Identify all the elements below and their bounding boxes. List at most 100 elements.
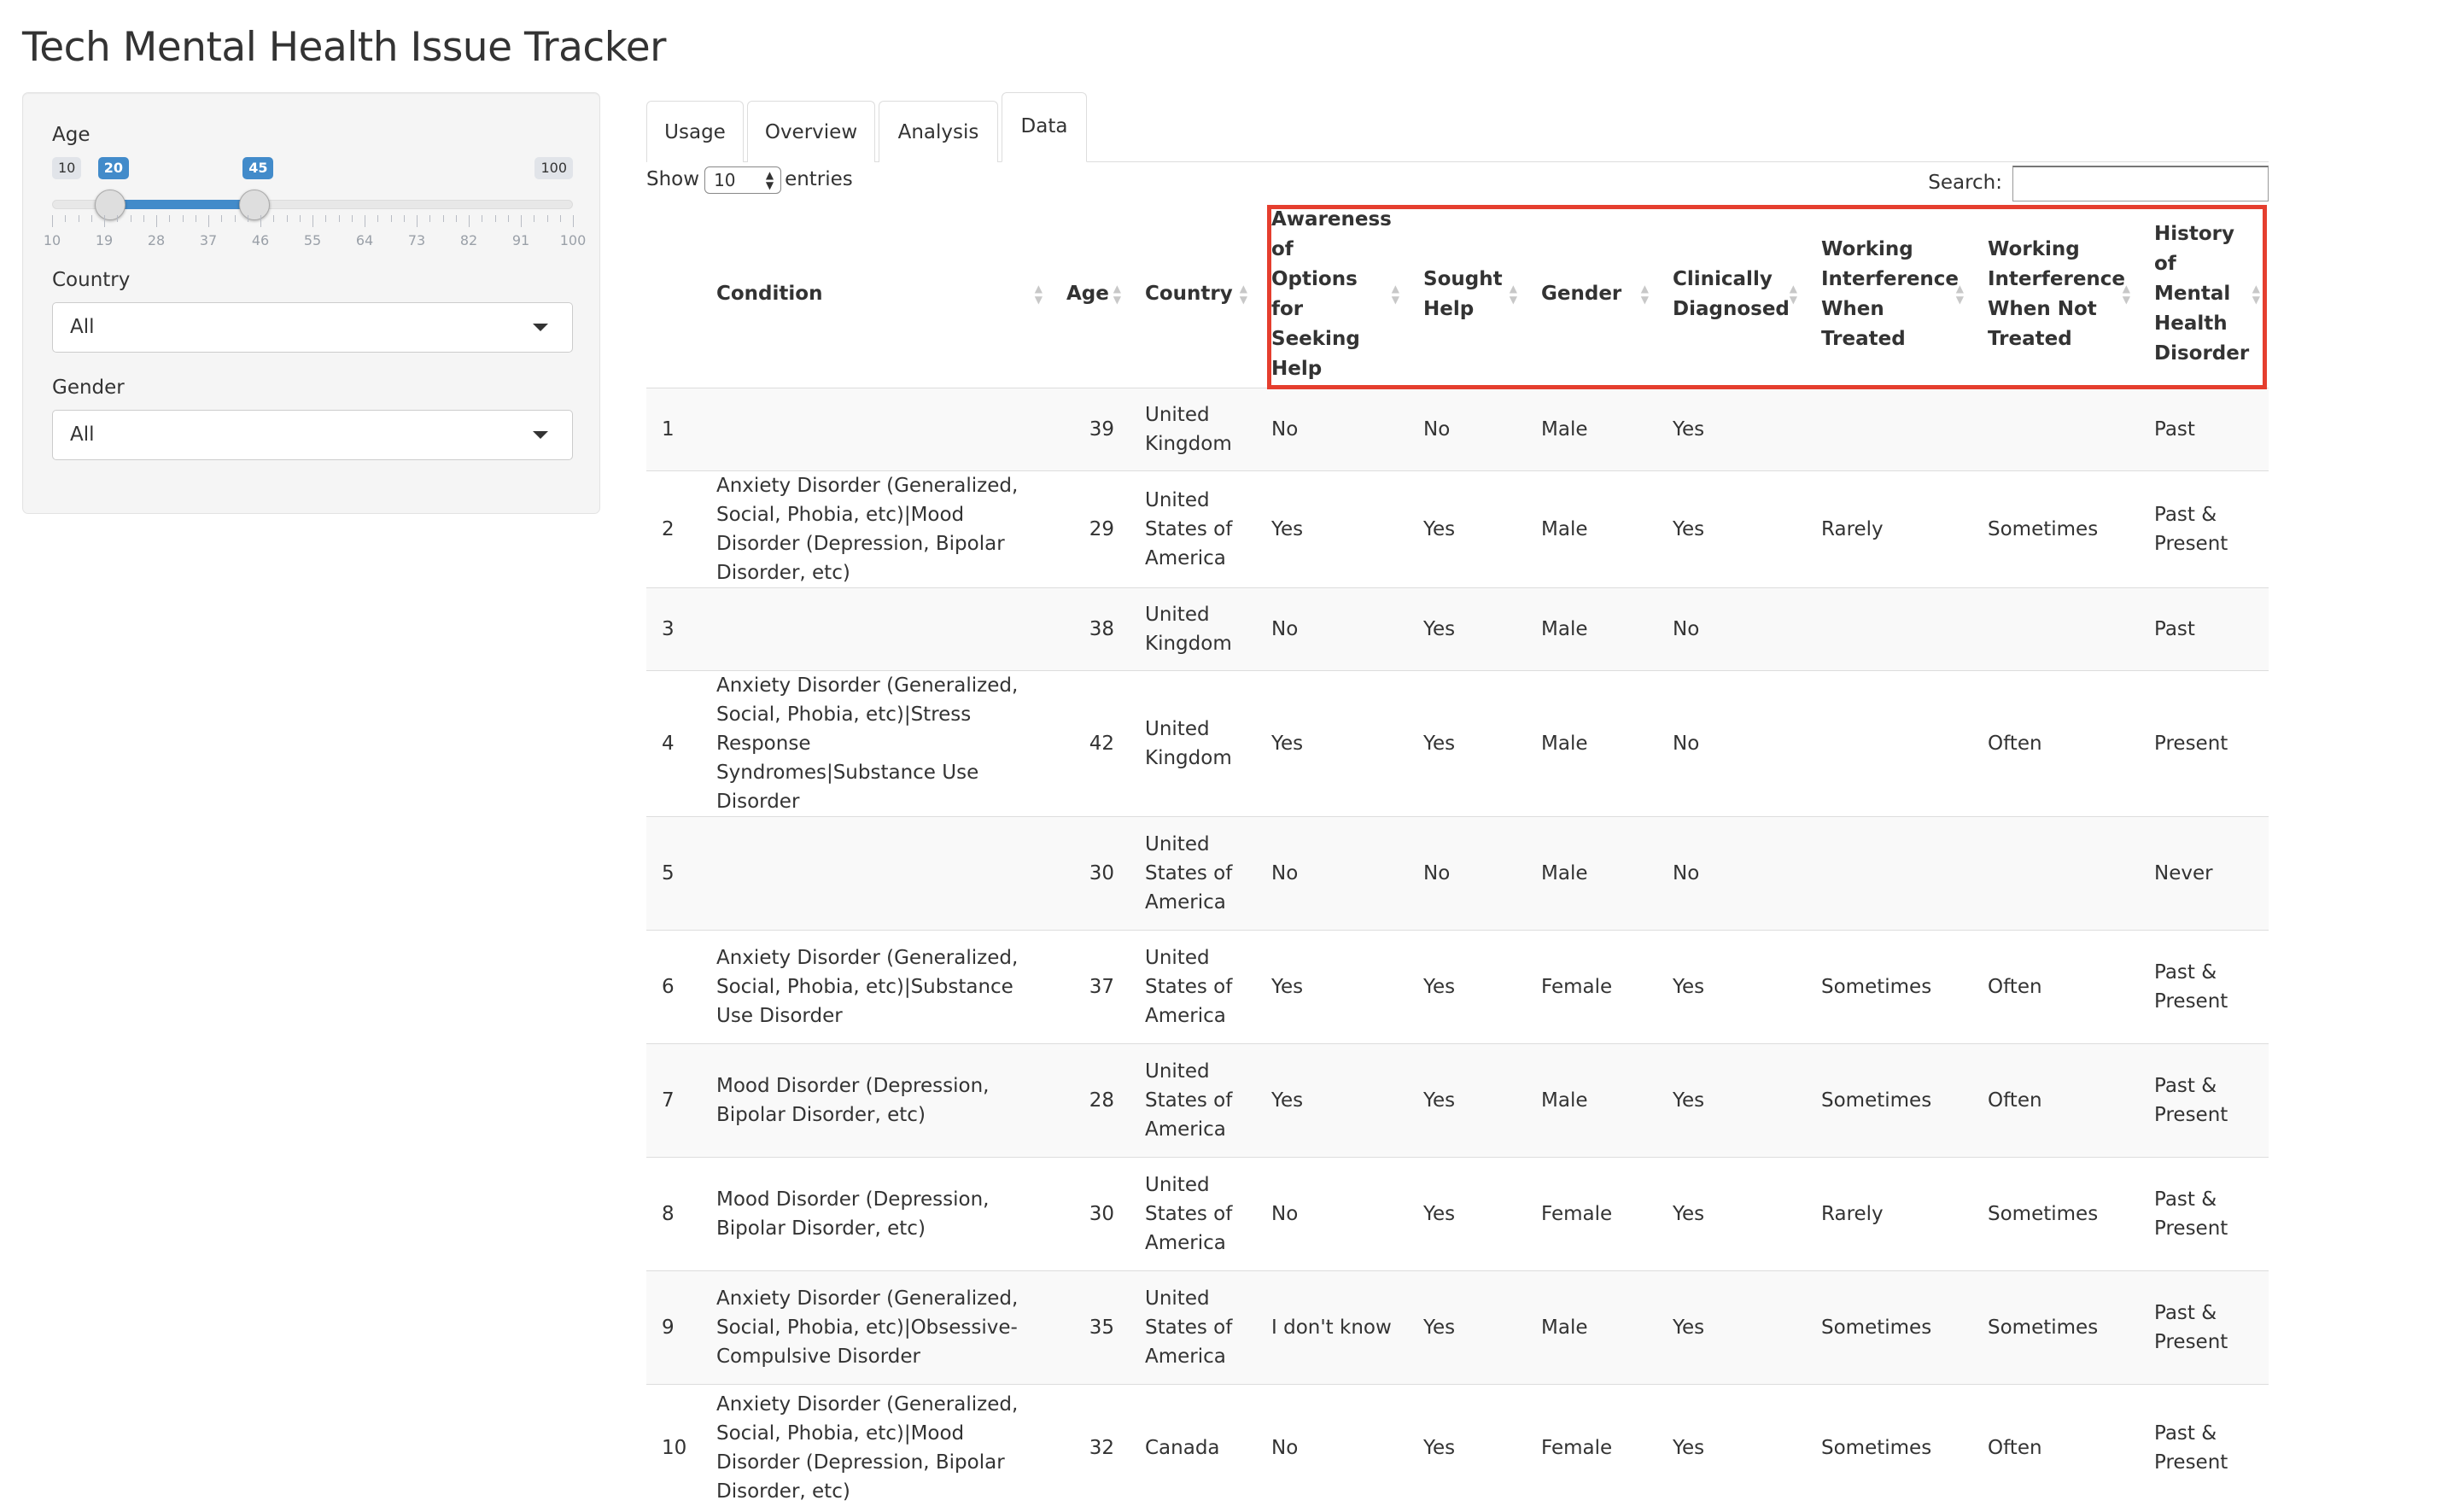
tab-usage[interactable]: Usage xyxy=(646,101,744,162)
column-header-history[interactable]: History of Mental Health Disorder ▲ ▼ xyxy=(2139,201,2269,388)
slider-minor-tick xyxy=(338,215,340,222)
entries-label: entries xyxy=(785,168,853,190)
column-header-interference-treated[interactable]: Working Interference When Treated ▲ ▼ xyxy=(1806,201,1972,388)
table-cell-country: United States of America xyxy=(1145,946,1233,1027)
table-cell-condition xyxy=(701,587,1051,670)
slider-minor-tick xyxy=(390,215,392,222)
slider-tick-label: 55 xyxy=(303,232,322,248)
table-cell-gender: Female xyxy=(1541,1202,1613,1225)
column-header-gender[interactable]: Gender ▲ ▼ xyxy=(1526,201,1657,388)
table-cell-awareness: No xyxy=(1271,861,1299,884)
table-cell-gender: Female xyxy=(1541,975,1613,998)
slider-handle-from[interactable] xyxy=(94,190,126,220)
table-cell-age: 38 xyxy=(1089,617,1114,640)
slider-minor-tick xyxy=(325,215,327,222)
table-cell-age: 28 xyxy=(1089,1089,1114,1112)
table-cell-clinically-diagnosed: Yes xyxy=(1673,517,1705,540)
sort-icon[interactable]: ▲ ▼ xyxy=(1035,283,1043,306)
data-table: Condition ▲ ▼ Age ▲ ▼ Country ▲ ▼ Awareness of Op… xyxy=(646,201,2269,1512)
column-header-label: Clinically Diagnosed xyxy=(1673,267,1790,320)
table-cell-gender: Male xyxy=(1541,732,1588,755)
sort-icon[interactable]: ▲ ▼ xyxy=(1113,283,1121,306)
table-cell-history: Past & Present xyxy=(2154,503,2228,555)
column-header-sought-help[interactable]: Sought Help ▲ ▼ xyxy=(1408,201,1526,388)
slider-handle-to[interactable] xyxy=(239,190,271,220)
table-cell-sought-help: Yes xyxy=(1423,617,1456,640)
table-cell-interference-not-treated xyxy=(1972,587,2139,670)
slider-minor-tick xyxy=(403,215,405,222)
table-cell-interference-not-treated xyxy=(1972,816,2139,930)
table-cell-gender: Female xyxy=(1541,1437,1613,1460)
table-cell-sought-help: Yes xyxy=(1423,1316,1456,1339)
slider-tick-label: 100 xyxy=(559,232,587,248)
chevron-down-icon xyxy=(533,431,548,439)
slider-tick xyxy=(104,215,105,227)
sort-icon[interactable]: ▲ ▼ xyxy=(1641,283,1649,306)
table-cell-interference-not-treated: Often xyxy=(1988,1089,2042,1112)
table-cell-sought-help: Yes xyxy=(1423,1089,1456,1112)
country-label: Country xyxy=(52,269,131,291)
tab-analysis[interactable]: Analysis xyxy=(879,101,998,162)
slider-tick-label: 73 xyxy=(407,232,426,248)
table-row: 3 38 United Kingdom No Yes Male No Past xyxy=(646,587,2269,670)
page-length-value: 10 xyxy=(714,169,736,190)
table-cell-gender: Male xyxy=(1541,1089,1588,1112)
slider-minor-tick xyxy=(273,215,275,222)
slider-minor-tick xyxy=(455,215,457,222)
sort-icon[interactable]: ▲ ▼ xyxy=(1240,283,1247,306)
sort-icon[interactable]: ▲ ▼ xyxy=(1956,283,1964,306)
column-header-interference-not-treated[interactable]: Working Interference When Not Treated ▲ ▼ xyxy=(1972,201,2139,388)
gender-select[interactable]: All xyxy=(52,410,573,460)
table-cell-awareness: Yes xyxy=(1271,975,1304,998)
table-row: 9 Anxiety Disorder (Generalized, Social, … xyxy=(646,1270,2269,1384)
filter-sidebar: Age 10 100 20 45 10 19 28 37 46 55 64 73 82 91 100… xyxy=(22,92,600,514)
sort-icon[interactable]: ▲ ▼ xyxy=(2123,283,2130,306)
country-select[interactable]: All xyxy=(52,302,573,353)
column-header-awareness[interactable]: Awareness of Options for Seeking Help ▲ ▼ xyxy=(1256,201,1408,388)
page-length-select[interactable]: 10 ▲ ▼ xyxy=(704,166,782,194)
search-input[interactable] xyxy=(2012,165,2269,201)
column-header-country[interactable]: Country ▲ ▼ xyxy=(1130,201,1256,388)
slider-minor-tick xyxy=(351,215,353,222)
table-cell-awareness: I don't know xyxy=(1271,1316,1392,1339)
table-cell-sought-help: Yes xyxy=(1423,1437,1456,1460)
column-header-label: Working Interference When Not Treated xyxy=(1988,237,2126,350)
column-header-age[interactable]: Age ▲ ▼ xyxy=(1051,201,1130,388)
tab-data[interactable]: Data xyxy=(1002,92,1087,162)
table-cell-index: 6 xyxy=(662,975,675,998)
table-cell-age: 39 xyxy=(1089,417,1114,441)
sort-icon[interactable]: ▲ ▼ xyxy=(1392,283,1399,306)
table-cell-age: 30 xyxy=(1089,1202,1114,1225)
column-header-index xyxy=(646,201,701,388)
tab-bar: Usage Overview Analysis Data xyxy=(646,92,2269,162)
table-cell-clinically-diagnosed: Yes xyxy=(1673,1316,1705,1339)
slider-tick xyxy=(312,215,313,227)
table-cell-country: United States of America xyxy=(1145,488,1233,569)
table-row: 6 Anxiety Disorder (Generalized, Social, … xyxy=(646,930,2269,1043)
table-cell-country: United States of America xyxy=(1145,1060,1233,1141)
table-header-row: Condition ▲ ▼ Age ▲ ▼ Country ▲ ▼ Awareness of Op… xyxy=(646,201,2269,388)
sort-icon[interactable]: ▲ ▼ xyxy=(1510,283,1517,306)
table-cell-index: 8 xyxy=(662,1202,675,1225)
table-cell-index: 3 xyxy=(662,617,675,640)
slider-minor-tick xyxy=(234,215,236,222)
age-range-slider[interactable]: 10 100 20 45 10 19 28 37 46 55 64 73 82 91 100 xyxy=(44,157,586,251)
sort-icon[interactable]: ▲ ▼ xyxy=(1790,283,1797,306)
slider-tick xyxy=(573,215,574,227)
table-row: 7 Mood Disorder (Depression, Bipolar Diso… xyxy=(646,1043,2269,1157)
table-cell-interference-treated: Sometimes xyxy=(1821,1316,1932,1339)
table-cell-interference-treated: Sometimes xyxy=(1821,975,1932,998)
column-header-clinically-diagnosed[interactable]: Clinically Diagnosed ▲ ▼ xyxy=(1657,201,1806,388)
slider-tick xyxy=(417,215,418,227)
sort-icon[interactable]: ▲ ▼ xyxy=(2252,283,2260,306)
table-cell-gender: Male xyxy=(1541,861,1588,884)
column-header-condition[interactable]: Condition ▲ ▼ xyxy=(701,201,1051,388)
column-header-label: Condition xyxy=(716,283,823,306)
column-header-label: Sought Help xyxy=(1423,267,1503,320)
table-cell-interference-treated xyxy=(1806,670,1972,816)
tab-overview[interactable]: Overview xyxy=(747,101,875,162)
table-row: 1 39 United Kingdom No No Male Yes Past xyxy=(646,388,2269,470)
slider-selected-range xyxy=(109,200,255,209)
data-table-wrapper: Condition ▲ ▼ Age ▲ ▼ Country ▲ ▼ Awareness of Op… xyxy=(646,201,2269,1512)
column-header-label: Working Interference When Treated xyxy=(1821,237,1960,350)
